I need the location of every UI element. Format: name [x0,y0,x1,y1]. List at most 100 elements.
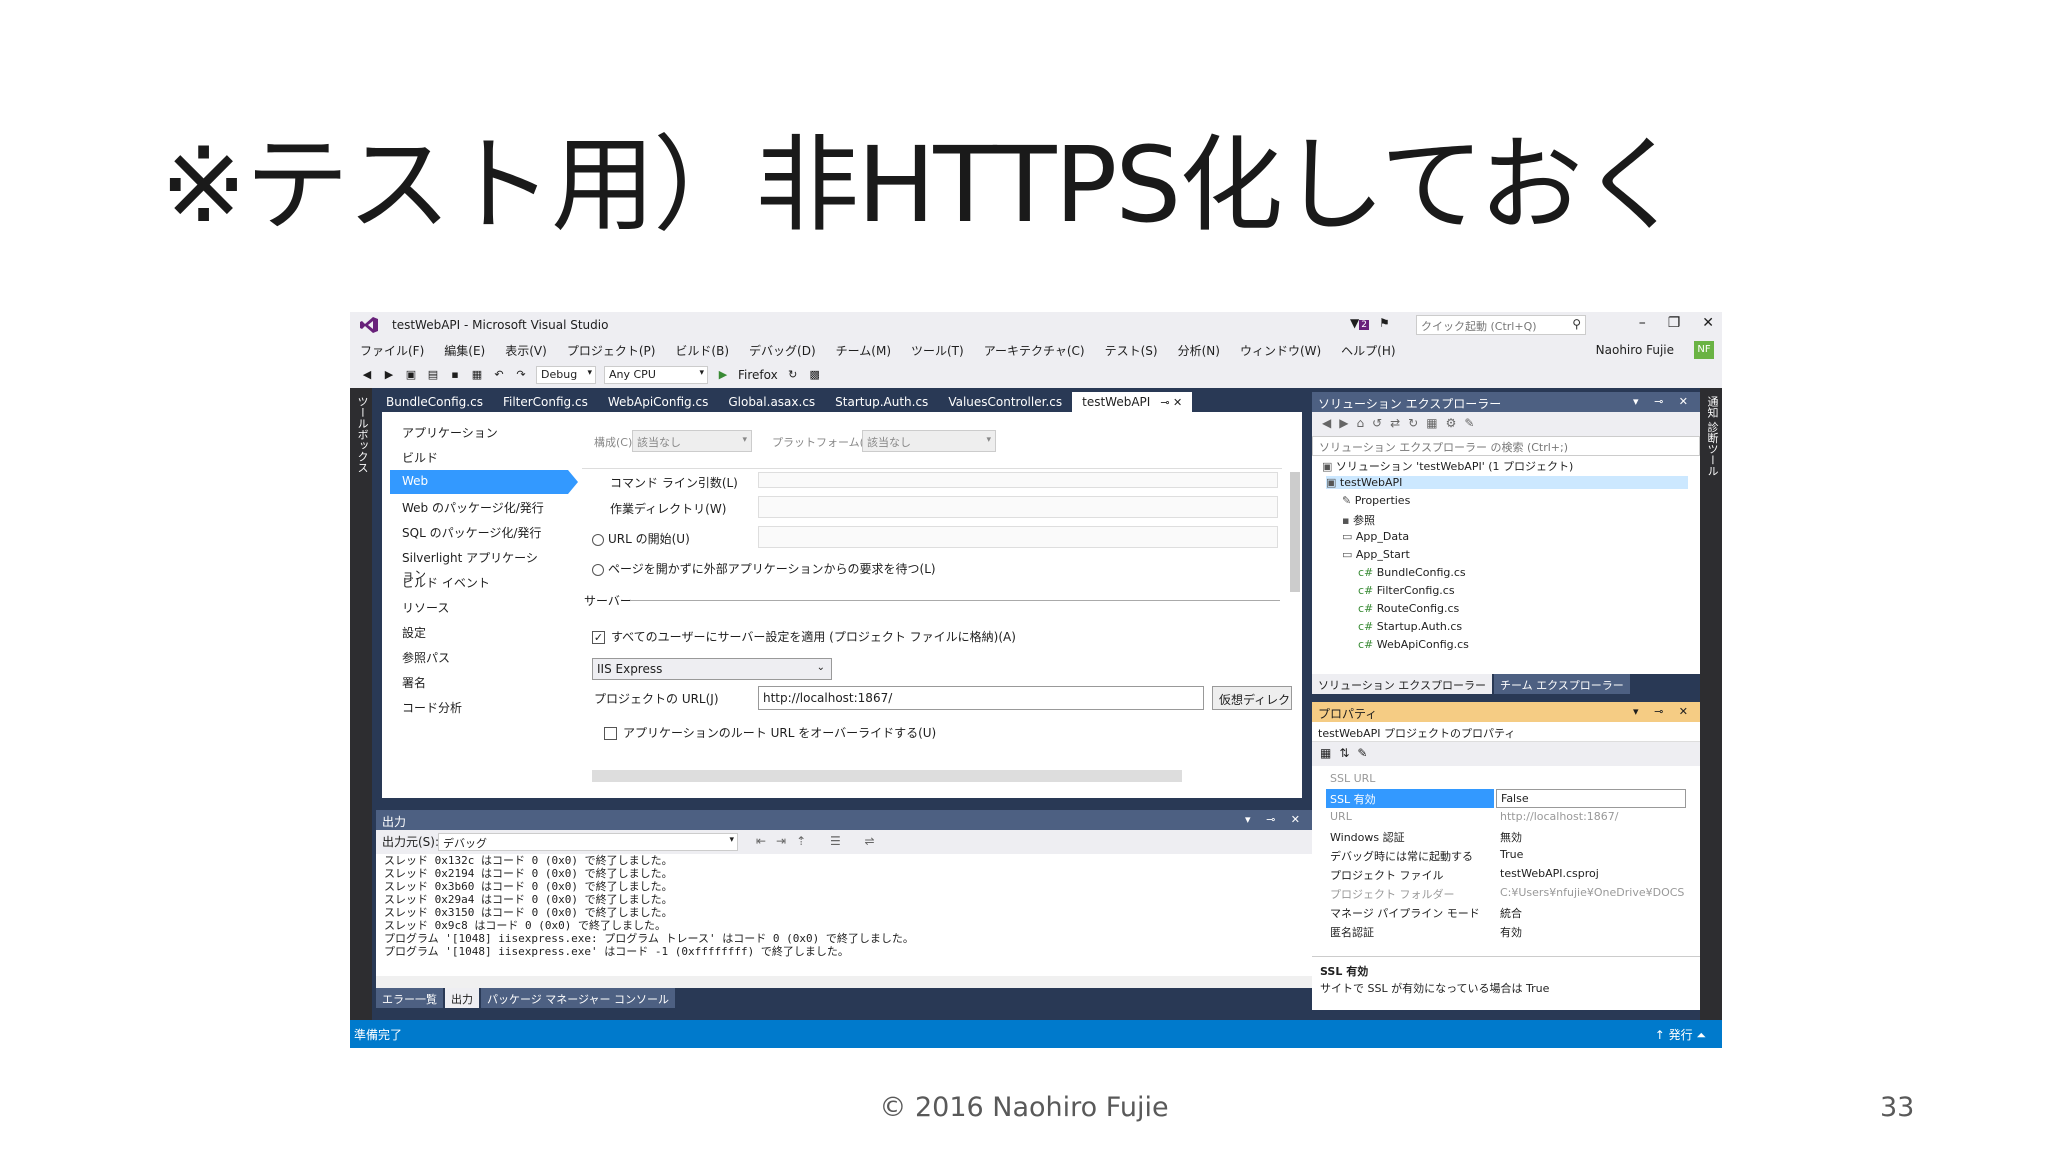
tree-item[interactable]: ▭ App_Data [1342,530,1409,543]
pane-controls-icon[interactable]: ▾ ⊸ ✕ [1633,705,1694,718]
menu-item[interactable]: テスト(S) [1105,342,1158,359]
menu-item[interactable]: 分析(N) [1178,342,1220,359]
apply-all-users-checkbox[interactable]: ✓ [592,631,605,644]
menu-item[interactable]: ファイル(F) [360,342,424,359]
property-row[interactable]: プロジェクト ファイル testWebAPI.csproj [1326,865,1686,884]
properties-toolbar[interactable]: ▦⇅✎ [1312,742,1700,766]
override-root-option[interactable]: アプリケーションのルート URL をオーバーライドする(U) [604,724,936,741]
avatar[interactable]: NF [1694,341,1714,359]
property-value[interactable]: 有効 [1496,922,1686,941]
save-all-icon[interactable]: ▦ [470,368,484,382]
document-tab[interactable]: testWebAPI ⊸ ✕ [1072,392,1193,412]
back-icon[interactable]: ◀ [360,368,374,382]
output-tool-icons[interactable]: ⇤⇥⇡ ☰ ⇌ [756,834,885,848]
solution-search-input[interactable]: ソリューション エクスプローラー の検索 (Ctrl+;) [1312,436,1700,456]
property-value[interactable]: 統合 [1496,903,1686,922]
override-root-checkbox[interactable] [604,727,617,740]
properties-nav-item[interactable]: アプリケーション [390,420,560,444]
property-value[interactable]: 無効 [1496,827,1686,846]
project-url-input[interactable]: http://localhost:1867/ [758,686,1204,710]
property-row[interactable]: プロジェクト フォルダー C:¥Users¥nfujie¥OneDrive¥DOC… [1326,884,1686,903]
menu-item[interactable]: 編集(E) [444,342,485,359]
horizontal-scrollbar[interactable] [592,770,1182,782]
save-icon[interactable]: ▪ [448,368,462,382]
restore-button[interactable]: ❐ [1668,315,1681,331]
tree-item[interactable]: ▣ testWebAPI [1326,476,1688,489]
wait-request-option[interactable]: ページを開かずに外部アプリケーションからの要求を待つ(L) [592,560,936,577]
feedback-icon[interactable]: ⚑ [1379,316,1390,330]
properties-nav-item[interactable]: ビルド [390,445,560,469]
document-tab[interactable]: WebApiConfig.cs [598,392,719,412]
tree-item[interactable]: ▪ 参照 [1342,512,1375,528]
tree-item[interactable]: c# Startup.Auth.cs [1358,620,1462,633]
menu-item[interactable]: ツール(T) [911,342,964,359]
document-tab[interactable]: FilterConfig.cs [493,392,598,412]
menu-item[interactable]: 表示(V) [505,342,547,359]
pane-controls-icon[interactable]: ▾ ⊸ ✕ [1245,813,1306,826]
server-select[interactable]: IIS Express ⌄ [592,658,832,680]
start-url-option[interactable]: URL の開始(U) [592,530,690,547]
property-value[interactable]: http://localhost:1867/ [1496,808,1686,827]
properties-nav-item[interactable]: SQL のパッケージ化/発行 [390,520,560,544]
properties-nav-item[interactable]: ビルド イベント [390,570,560,594]
document-tab[interactable]: Startup.Auth.cs [825,392,938,412]
menu-item[interactable]: デバッグ(D) [749,342,816,359]
publish-button[interactable]: ↑ 発行 ⏶ [1655,1026,1706,1043]
pane-controls-icon[interactable]: ▾ ⊸ ✕ [1633,395,1694,408]
menu-item[interactable]: ビルド(B) [675,342,729,359]
property-row[interactable]: Windows 認証 無効 [1326,827,1686,846]
output-scrollbar[interactable] [376,976,1312,988]
quick-launch-input[interactable]: クイック起動 (Ctrl+Q) ⚲ [1416,315,1586,335]
tree-item[interactable]: c# WebApiConfig.cs [1358,638,1469,651]
undo-icon[interactable]: ↶ [492,368,506,382]
menu-item[interactable]: チーム(M) [836,342,891,359]
output-tab[interactable]: エラー一覧 [376,988,443,1008]
properties-nav-item[interactable]: コード分析 [390,695,560,719]
output-source-select[interactable]: デバッグ ▾ [438,833,738,851]
workdir-input[interactable] [758,496,1278,518]
tree-item[interactable]: c# RouteConfig.cs [1358,602,1459,615]
property-row[interactable]: マネージ パイプライン モード 統合 [1326,903,1686,922]
notification-flag-icon[interactable]: ▼ 2 [1350,316,1369,330]
refresh-icon[interactable]: ↻ [786,368,800,382]
properties-nav-item[interactable]: 参照パス [390,645,560,669]
document-tab[interactable]: BundleConfig.cs [376,392,493,412]
start-url-radio[interactable] [592,533,604,546]
configuration-select[interactable]: Debug ▾ [536,366,596,384]
redo-icon[interactable]: ↷ [514,368,528,382]
menu-item[interactable]: ウィンドウ(W) [1240,342,1321,359]
menu-item[interactable]: アーキテクチャ(C) [984,342,1085,359]
menu-item[interactable]: プロジェクト(P) [567,342,656,359]
property-value[interactable]: C:¥Users¥nfujie¥OneDrive¥DOCS [1496,884,1686,903]
vertical-scrollbar[interactable] [1290,472,1300,592]
properties-object-select[interactable]: testWebAPI プロジェクトのプロパティ [1312,722,1700,742]
properties-nav-item[interactable]: Web のパッケージ化/発行 [390,495,560,519]
output-tab[interactable]: パッケージ マネージャー コンソール [481,988,676,1008]
close-icon[interactable]: ⊸ ✕ [1160,396,1182,409]
config-select[interactable]: 該当なし ▾ [632,430,752,452]
browser-select[interactable]: Firefox [738,368,778,382]
tree-item[interactable]: ▭ App_Start [1342,548,1410,561]
property-value[interactable] [1496,770,1686,789]
properties-nav-item[interactable]: 署名 [390,670,560,694]
properties-nav-item[interactable]: Web [390,470,578,494]
create-vdir-button[interactable]: 仮想ディレクトリの作成(V) [1212,686,1292,710]
open-file-icon[interactable]: ▤ [426,368,440,382]
document-tab[interactable]: ValuesController.cs [938,392,1072,412]
property-row[interactable]: 匿名認証 有効 [1326,922,1686,941]
forward-icon[interactable]: ▶ [382,368,396,382]
platform-select[interactable]: Any CPU ▾ [604,366,708,384]
user-name[interactable]: Naohiro Fujie [1596,343,1674,357]
start-debug-icon[interactable]: ▶ [716,368,730,382]
tree-item[interactable]: c# BundleConfig.cs [1358,566,1466,579]
properties-nav-item[interactable]: リソース [390,595,560,619]
solution-explorer-toolbar[interactable]: ◀▶⌂↺⇄↻▦⚙✎ [1312,412,1700,436]
menu-item[interactable]: ヘルプ(H) [1341,342,1395,359]
tree-item[interactable]: ▣ ソリューション 'testWebAPI' (1 プロジェクト) [1322,458,1573,474]
tree-item[interactable]: ✎ Properties [1342,494,1410,507]
start-url-input[interactable] [758,526,1278,548]
tree-item[interactable]: c# FilterConfig.cs [1358,584,1455,597]
output-tab[interactable]: 出力 [445,988,479,1008]
close-button[interactable]: ✕ [1702,315,1714,331]
property-value[interactable]: testWebAPI.csproj [1496,865,1686,884]
